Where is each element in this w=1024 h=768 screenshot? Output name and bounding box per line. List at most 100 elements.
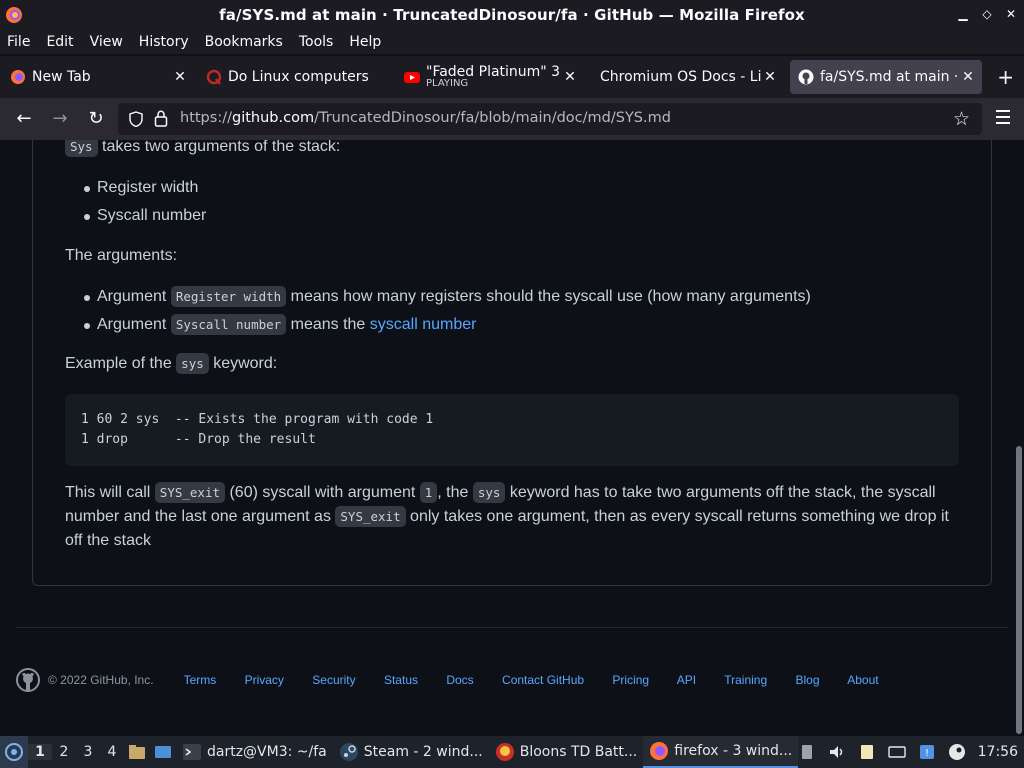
new-tab-plus-icon[interactable]: + [997, 65, 1014, 89]
steam-tray-icon[interactable] [948, 743, 966, 761]
code-block[interactable]: 1 60 2 sys -- Exists the program with co… [65, 394, 959, 466]
footer-link-privacy[interactable]: Privacy [245, 673, 284, 687]
window-title: fa/SYS.md at main · TruncatedDinosour/fa… [219, 6, 805, 24]
task-label: Steam - 2 wind... [363, 744, 483, 760]
app-menu-icon[interactable] [996, 110, 1010, 128]
firefox-icon [11, 70, 25, 84]
workspace-3[interactable]: 3 [76, 744, 100, 760]
reload-icon[interactable]: ↻ [85, 108, 107, 130]
tab-github-active[interactable]: fa/SYS.md at main · ✕ [790, 60, 982, 94]
footer-link-pricing[interactable]: Pricing [612, 673, 649, 687]
workspace-1[interactable]: 1 [28, 744, 52, 760]
code-line: 1 drop -- Drop the result [81, 432, 316, 447]
page-scrollbar[interactable] [1014, 140, 1024, 736]
close-icon[interactable]: ✕ [1004, 7, 1018, 21]
tab-chromium-docs[interactable]: Chromium OS Docs - Lin ✕ [592, 60, 784, 94]
footer-divider [16, 627, 1008, 628]
notes-icon[interactable] [858, 743, 876, 761]
footer-link-docs[interactable]: Docs [446, 673, 473, 687]
svg-text:!: ! [925, 748, 929, 759]
window-controls: ▁ ◇ ✕ [956, 7, 1018, 21]
bloons-icon [495, 743, 514, 761]
quora-icon [206, 69, 222, 85]
maximize-icon[interactable]: ◇ [980, 7, 994, 21]
tab-close-icon[interactable]: ✕ [562, 69, 578, 85]
start-menu-button[interactable] [0, 736, 28, 768]
url-host: github.com [231, 110, 315, 126]
footer-link-blog[interactable]: Blog [796, 673, 820, 687]
minimize-icon[interactable]: ▁ [956, 7, 970, 21]
list-item: Argument Register width means how many r… [65, 286, 965, 314]
footer-links: Terms Privacy Security Status Docs Conta… [184, 673, 904, 687]
footer-link-status[interactable]: Status [384, 673, 418, 687]
footer-link-terms[interactable]: Terms [184, 673, 217, 687]
menu-file[interactable]: File [7, 34, 30, 50]
tab-label: New Tab [32, 69, 91, 85]
tab-close-icon[interactable]: ✕ [960, 69, 976, 85]
menu-help[interactable]: Help [349, 34, 381, 50]
syscall-number-link[interactable]: syscall number [370, 316, 477, 333]
list-item: Argument Syscall number means the syscal… [65, 314, 965, 342]
code-line: 1 60 2 sys -- Exists the program with co… [81, 412, 434, 427]
footer-link-training[interactable]: Training [724, 673, 767, 687]
bookmark-star-icon[interactable]: ☆ [953, 108, 970, 130]
tab-close-icon[interactable]: ✕ [172, 69, 188, 85]
page-footer: © 2022 GitHub, Inc. Terms Privacy Securi… [16, 667, 904, 693]
workspace-4[interactable]: 4 [100, 744, 124, 760]
clock[interactable]: 17:56 [978, 744, 1018, 760]
clipboard-icon[interactable] [798, 743, 816, 761]
scrollbar-thumb[interactable] [1016, 446, 1022, 734]
footer-link-security[interactable]: Security [312, 673, 355, 687]
footer-link-about[interactable]: About [847, 673, 878, 687]
tab-bar: New Tab ✕ Do Linux computers "Faded Plat… [0, 56, 1024, 98]
tab-youtube[interactable]: "Faded Platinum" 3 S PLAYING ✕ [396, 60, 584, 94]
desktop-taskbar: 1 2 3 4 dartz@VM3: ~/fa Steam - 2 wind..… [0, 736, 1024, 768]
inline-code: sys [176, 353, 209, 374]
task-bloons[interactable]: Bloons TD Batt... [489, 736, 644, 768]
tab-quora[interactable]: Do Linux computers [198, 60, 392, 94]
tracking-shield-icon[interactable] [128, 111, 144, 127]
arguments-heading: The arguments: [65, 247, 178, 264]
task-terminal[interactable]: dartz@VM3: ~/fa [176, 736, 333, 768]
system-tray: ! 17:56 [792, 736, 1024, 768]
tab-new-tab[interactable]: New Tab ✕ [2, 60, 194, 94]
example-heading: Example of the sys keyword: [65, 353, 278, 374]
footer-link-api[interactable]: API [677, 673, 696, 687]
inline-code: Syscall number [170, 314, 287, 335]
firefox-icon [650, 742, 669, 760]
navigation-toolbar: ← → ↻ https://github.com/TruncatedDinoso… [0, 98, 1024, 140]
github-logo-icon[interactable] [16, 668, 40, 692]
task-label: firefox - 3 wind... [674, 743, 793, 759]
menu-bookmarks[interactable]: Bookmarks [205, 34, 283, 50]
task-steam[interactable]: Steam - 2 wind... [333, 736, 489, 768]
menu-edit[interactable]: Edit [46, 34, 73, 50]
list-item: Syscall number [65, 205, 965, 233]
footer-link-contact[interactable]: Contact GitHub [502, 673, 584, 687]
workspace-2[interactable]: 2 [52, 744, 76, 760]
volume-icon[interactable] [828, 743, 846, 761]
menu-history[interactable]: History [139, 34, 189, 50]
forward-arrow-icon[interactable]: → [49, 108, 71, 130]
show-desktop-icon[interactable] [153, 742, 173, 762]
update-notification-icon[interactable]: ! [918, 743, 936, 761]
youtube-icon [404, 72, 420, 83]
window-titlebar: fa/SYS.md at main · TruncatedDinosour/fa… [0, 0, 1024, 30]
tab-close-icon[interactable]: ✕ [762, 69, 778, 85]
back-arrow-icon[interactable]: ← [13, 108, 35, 130]
lock-icon[interactable] [154, 110, 168, 127]
url-bar[interactable]: https://github.com/TruncatedDinosour/fa/… [118, 103, 982, 135]
tab-playing-label: PLAYING [426, 78, 469, 89]
copyright-text: © 2022 GitHub, Inc. [48, 673, 154, 687]
arguments-list: Register width Syscall number [65, 177, 965, 233]
explanation-paragraph: This will call SYS_exit (60) syscall wit… [65, 482, 949, 549]
tab-label: Do Linux computers [228, 69, 369, 85]
url-text[interactable]: https://github.com/TruncatedDinosour/fa/… [180, 110, 671, 126]
keyboard-icon[interactable] [887, 743, 906, 761]
menu-view[interactable]: View [90, 34, 123, 50]
task-firefox[interactable]: firefox - 3 wind... [643, 736, 799, 768]
menu-tools[interactable]: Tools [299, 34, 334, 50]
argument-descriptions-list: Argument Register width means how many r… [65, 286, 965, 342]
file-manager-icon[interactable] [127, 742, 147, 762]
terminal-icon [183, 744, 201, 760]
inline-code: sys [472, 482, 506, 503]
